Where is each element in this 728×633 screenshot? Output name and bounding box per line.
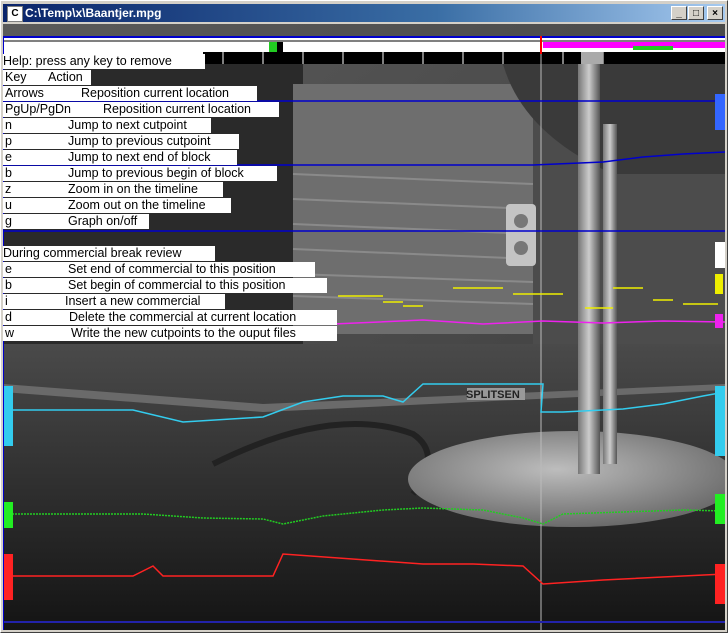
- window-title: C:\Temp\x\Baantjer.mpg: [25, 6, 162, 20]
- review-row: i Insert a new commercial: [3, 294, 225, 309]
- help-row: z Zoom in on the timeline: [3, 182, 223, 197]
- help-row: p Jump to previous cutpoint: [3, 134, 239, 149]
- close-button[interactable]: ×: [707, 6, 723, 20]
- app-icon[interactable]: C: [7, 6, 23, 22]
- help-row: PgUp/PgDn Reposition current location: [3, 102, 279, 117]
- minimize-button[interactable]: _: [671, 6, 687, 20]
- help-row: b Jump to previous begin of block: [3, 166, 277, 181]
- help-row: g Graph on/off: [3, 214, 149, 229]
- app-window: C C:\Temp\x\Baantjer.mpg _ □ × SPLITSEN …: [0, 0, 728, 633]
- help-col-key: Key: [5, 70, 27, 84]
- help-row: Arrows Reposition current location: [3, 86, 257, 101]
- video-area[interactable]: SPLITSEN Help: press any key to remove K…: [3, 24, 725, 630]
- help-header: Help: press any key to remove: [3, 54, 205, 69]
- help-row: u Zoom out on the timeline: [3, 198, 231, 213]
- help-row: e Jump to next end of block: [3, 150, 237, 165]
- review-row: b Set begin of commercial to this positi…: [3, 278, 327, 293]
- help-overlay[interactable]: Help: press any key to remove Key Action…: [3, 24, 725, 630]
- help-row: n Jump to next cutpoint: [3, 118, 211, 133]
- review-row: d Delete the commercial at current locat…: [3, 310, 337, 325]
- help-col-action: Action: [48, 70, 83, 84]
- maximize-button[interactable]: □: [688, 6, 704, 20]
- help-column-headers: Key Action: [3, 70, 91, 85]
- review-row: e Set end of commercial to this position: [3, 262, 315, 277]
- title-bar[interactable]: C C:\Temp\x\Baantjer.mpg _ □ ×: [3, 4, 725, 22]
- review-section-title: During commercial break review: [3, 246, 215, 261]
- review-row: w Write the new cutpoints to the ouput f…: [3, 326, 337, 341]
